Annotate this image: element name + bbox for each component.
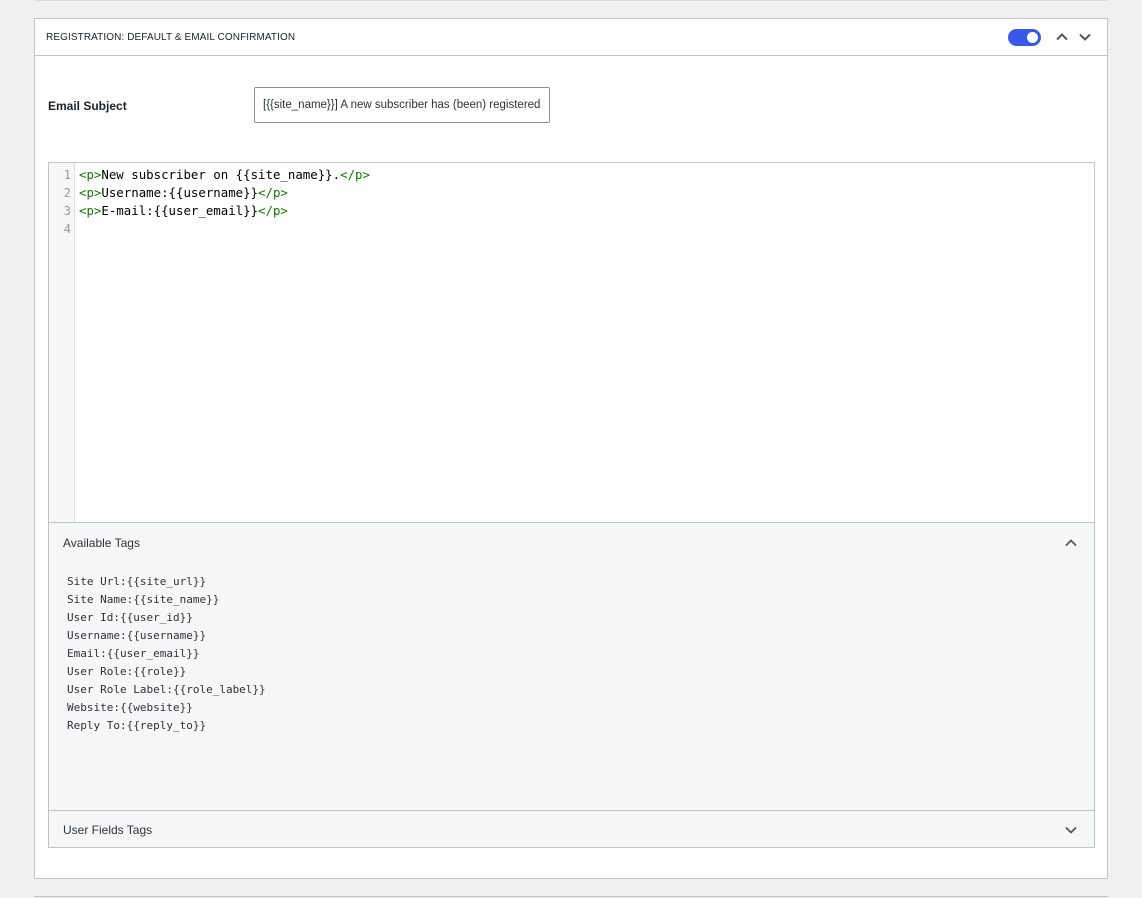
chevron-down-icon (1065, 826, 1077, 834)
tag-item[interactable]: Site Name:{{site_name}} (67, 591, 219, 609)
code-text: E-mail:{{user_email}} (101, 203, 259, 218)
html-open-tag: <p> (79, 185, 102, 200)
enable-toggle[interactable] (1008, 29, 1041, 46)
chevron-down-icon (1079, 33, 1091, 41)
tag-item[interactable]: Website:{{website}} (67, 699, 193, 717)
html-open-tag: <p> (79, 203, 102, 218)
user-fields-tags-toggle[interactable]: User Fields Tags (49, 810, 1094, 847)
line-number: 1 (63, 168, 71, 182)
chevron-up-icon (1065, 539, 1077, 547)
available-tags-title: Available Tags (63, 536, 140, 550)
tag-item[interactable]: User Role:{{role}} (67, 663, 186, 681)
collapse-available-tags-button[interactable] (1062, 534, 1080, 552)
code-text: New subscriber on {{site_name}}. (101, 167, 341, 182)
code-text: Username:{{username}} (101, 185, 259, 200)
code-line: <p>E-mail:{{user_email}}</p> (79, 202, 288, 220)
line-number-gutter: 1 2 3 4 (49, 163, 75, 522)
tag-item[interactable]: User Id:{{user_id}} (67, 609, 193, 627)
html-close-tag: </p> (340, 167, 370, 182)
html-close-tag: </p> (258, 203, 288, 218)
code-editor[interactable]: 1 2 3 4 <p>New subscriber on {{site_name… (49, 163, 1094, 522)
html-close-tag: </p> (258, 185, 288, 200)
expand-user-fields-button[interactable] (1062, 821, 1080, 839)
available-tags-panel: Available Tags Site Url:{{site_url}} Sit… (49, 522, 1094, 810)
toggle-knob (1027, 32, 1038, 43)
tag-item[interactable]: Username:{{username}} (67, 627, 206, 645)
line-number: 2 (63, 186, 71, 200)
tag-item[interactable]: Email:{{user_email}} (67, 645, 199, 663)
chevron-up-icon (1056, 33, 1068, 41)
registration-email-panel: REGISTRATION: DEFAULT & EMAIL CONFIRMATI… (34, 18, 1108, 879)
top-divider (34, 0, 1108, 1)
email-subject-input[interactable] (254, 87, 550, 123)
html-open-tag: <p> (79, 167, 102, 182)
tag-item[interactable]: Site Url:{{site_url}} (67, 573, 206, 591)
bottom-divider (34, 896, 1108, 897)
move-up-button[interactable] (1053, 28, 1071, 46)
user-fields-tags-title: User Fields Tags (63, 823, 153, 837)
move-down-button[interactable] (1076, 28, 1094, 46)
tag-item[interactable]: Reply To:{{reply_to}} (67, 717, 206, 735)
tag-item[interactable]: User Role Label:{{role_label}} (67, 681, 266, 699)
line-number: 3 (63, 204, 71, 218)
code-line: <p>Username:{{username}}</p> (79, 184, 288, 202)
line-number: 4 (63, 222, 71, 236)
email-body-editor: 1 2 3 4 <p>New subscriber on {{site_name… (48, 162, 1095, 848)
panel-title: REGISTRATION: DEFAULT & EMAIL CONFIRMATI… (46, 32, 296, 43)
panel-header[interactable]: REGISTRATION: DEFAULT & EMAIL CONFIRMATI… (35, 19, 1107, 56)
code-line: <p>New subscriber on {{site_name}}.</p> (79, 166, 370, 184)
email-subject-label: Email Subject (48, 99, 127, 113)
